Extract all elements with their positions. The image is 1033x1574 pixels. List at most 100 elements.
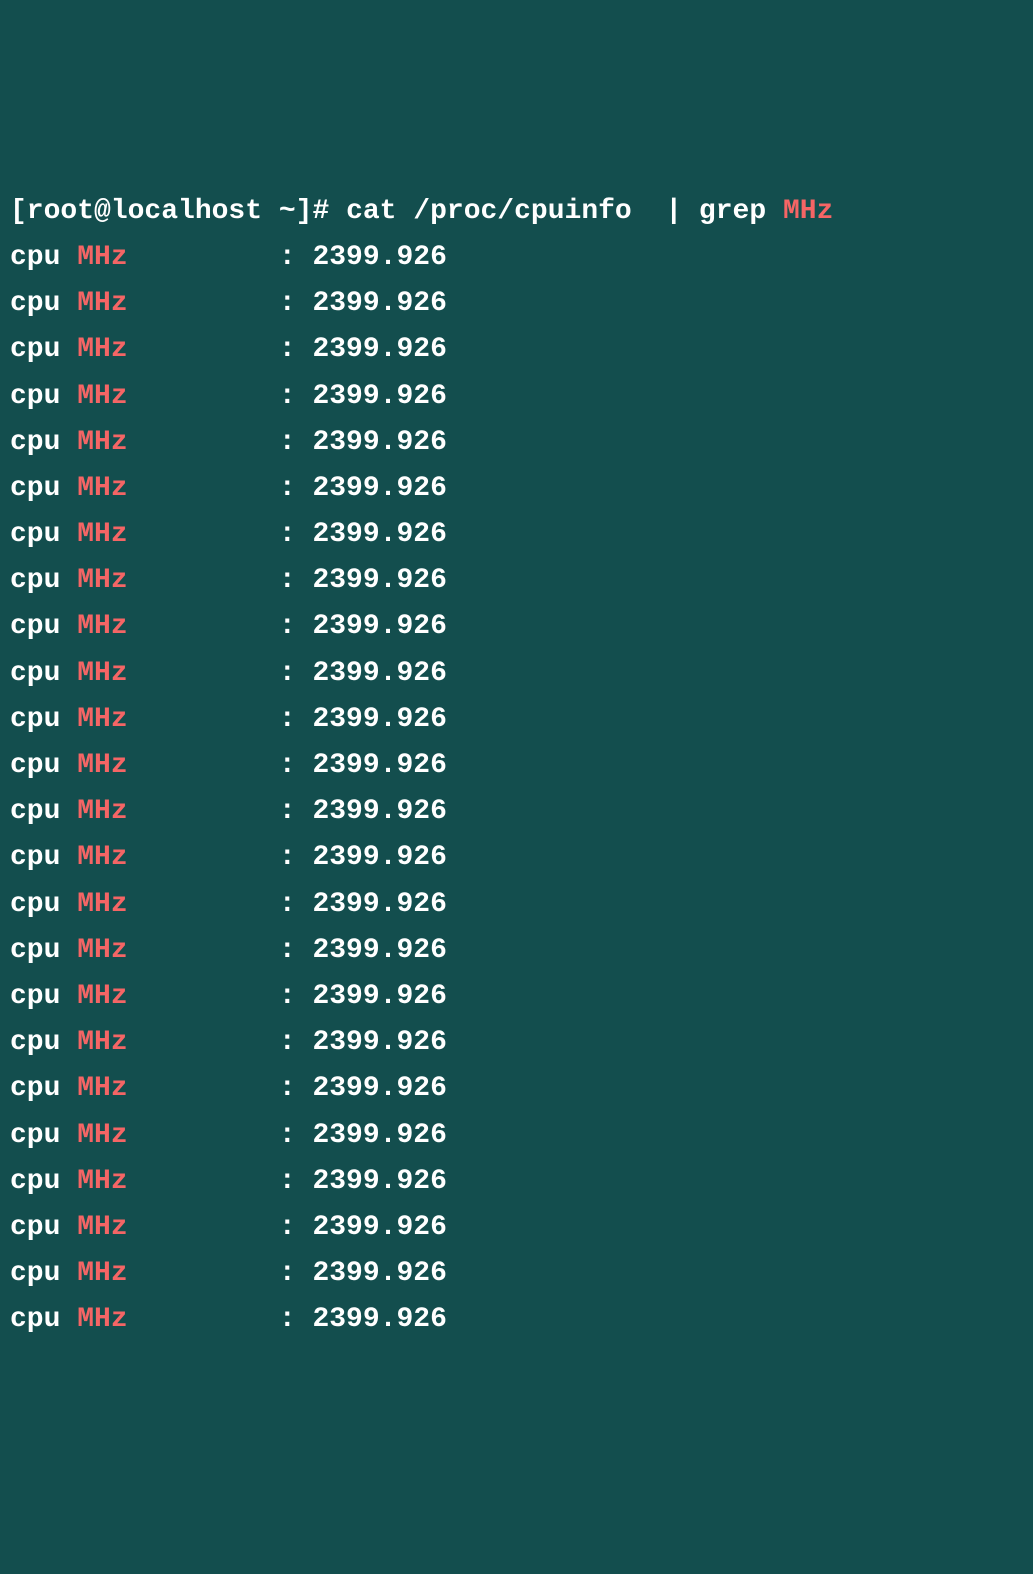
field-separator: : — [128, 1120, 313, 1151]
output-row: cpu MHz : 2399.926 — [10, 374, 1023, 420]
field-value: 2399.926 — [312, 981, 446, 1012]
field-prefix: cpu — [10, 565, 77, 596]
field-prefix: cpu — [10, 1120, 77, 1151]
field-prefix: cpu — [10, 334, 77, 365]
field-separator: : — [128, 519, 313, 550]
grep-search-term: MHz — [783, 196, 833, 227]
field-prefix: cpu — [10, 750, 77, 781]
field-separator: : — [128, 473, 313, 504]
field-separator: : — [128, 565, 313, 596]
output-row: cpu MHz : 2399.926 — [10, 974, 1023, 1020]
field-value: 2399.926 — [312, 519, 446, 550]
field-separator: : — [128, 750, 313, 781]
grep-match: MHz — [77, 981, 127, 1012]
grep-match: MHz — [77, 1212, 127, 1243]
output-row: cpu MHz : 2399.926 — [10, 1113, 1023, 1159]
field-value: 2399.926 — [312, 565, 446, 596]
field-prefix: cpu — [10, 519, 77, 550]
field-separator: : — [128, 381, 313, 412]
field-prefix: cpu — [10, 242, 77, 273]
field-separator: : — [128, 334, 313, 365]
field-separator: : — [128, 1073, 313, 1104]
field-prefix: cpu — [10, 658, 77, 689]
field-prefix: cpu — [10, 1258, 77, 1289]
field-prefix: cpu — [10, 1304, 77, 1335]
field-separator: : — [128, 935, 313, 966]
grep-match: MHz — [77, 1166, 127, 1197]
grep-match: MHz — [77, 242, 127, 273]
field-value: 2399.926 — [312, 334, 446, 365]
output-row: cpu MHz : 2399.926 — [10, 789, 1023, 835]
grep-match: MHz — [77, 842, 127, 873]
grep-match: MHz — [77, 935, 127, 966]
shell-prompt-line[interactable]: [root@localhost ~]# cat /proc/cpuinfo | … — [10, 189, 1023, 235]
field-value: 2399.926 — [312, 1166, 446, 1197]
field-prefix: cpu — [10, 473, 77, 504]
output-row: cpu MHz : 2399.926 — [10, 651, 1023, 697]
field-separator: : — [128, 427, 313, 458]
grep-match: MHz — [77, 334, 127, 365]
grep-match: MHz — [77, 611, 127, 642]
field-value: 2399.926 — [312, 381, 446, 412]
field-separator: : — [128, 242, 313, 273]
field-value: 2399.926 — [312, 842, 446, 873]
field-value: 2399.926 — [312, 1304, 446, 1335]
command-output: cpu MHz : 2399.926cpu MHz : 2399.926cpu … — [10, 235, 1023, 1344]
field-value: 2399.926 — [312, 288, 446, 319]
field-value: 2399.926 — [312, 750, 446, 781]
output-row: cpu MHz : 2399.926 — [10, 466, 1023, 512]
field-prefix: cpu — [10, 842, 77, 873]
field-prefix: cpu — [10, 288, 77, 319]
field-separator: : — [128, 1212, 313, 1243]
field-prefix: cpu — [10, 935, 77, 966]
field-separator: : — [128, 1304, 313, 1335]
output-row: cpu MHz : 2399.926 — [10, 558, 1023, 604]
field-separator: : — [128, 288, 313, 319]
grep-match: MHz — [77, 381, 127, 412]
field-prefix: cpu — [10, 427, 77, 458]
grep-match: MHz — [77, 750, 127, 781]
grep-match: MHz — [77, 658, 127, 689]
field-prefix: cpu — [10, 611, 77, 642]
field-value: 2399.926 — [312, 1212, 446, 1243]
field-prefix: cpu — [10, 1166, 77, 1197]
grep-match: MHz — [77, 796, 127, 827]
field-value: 2399.926 — [312, 427, 446, 458]
field-separator: : — [128, 1166, 313, 1197]
grep-match: MHz — [77, 565, 127, 596]
field-value: 2399.926 — [312, 473, 446, 504]
field-value: 2399.926 — [312, 1120, 446, 1151]
output-row: cpu MHz : 2399.926 — [10, 1020, 1023, 1066]
shell-prompt-userhost: [root@localhost ~]# — [10, 196, 329, 227]
field-separator: : — [128, 611, 313, 642]
field-prefix: cpu — [10, 981, 77, 1012]
field-separator: : — [128, 889, 313, 920]
output-row: cpu MHz : 2399.926 — [10, 281, 1023, 327]
grep-match: MHz — [77, 889, 127, 920]
field-separator: : — [128, 842, 313, 873]
field-separator: : — [128, 1027, 313, 1058]
field-value: 2399.926 — [312, 1258, 446, 1289]
field-value: 2399.926 — [312, 1027, 446, 1058]
grep-match: MHz — [77, 1258, 127, 1289]
output-row: cpu MHz : 2399.926 — [10, 1251, 1023, 1297]
output-row: cpu MHz : 2399.926 — [10, 512, 1023, 558]
field-value: 2399.926 — [312, 1073, 446, 1104]
field-prefix: cpu — [10, 381, 77, 412]
grep-match: MHz — [77, 1120, 127, 1151]
field-prefix: cpu — [10, 1073, 77, 1104]
field-value: 2399.926 — [312, 611, 446, 642]
output-row: cpu MHz : 2399.926 — [10, 1205, 1023, 1251]
field-value: 2399.926 — [312, 889, 446, 920]
grep-match: MHz — [77, 1027, 127, 1058]
field-value: 2399.926 — [312, 935, 446, 966]
output-row: cpu MHz : 2399.926 — [10, 1159, 1023, 1205]
output-row: cpu MHz : 2399.926 — [10, 327, 1023, 373]
output-row: cpu MHz : 2399.926 — [10, 604, 1023, 650]
grep-match: MHz — [77, 427, 127, 458]
grep-match: MHz — [77, 704, 127, 735]
output-row: cpu MHz : 2399.926 — [10, 1297, 1023, 1343]
field-value: 2399.926 — [312, 796, 446, 827]
field-value: 2399.926 — [312, 658, 446, 689]
field-separator: : — [128, 658, 313, 689]
